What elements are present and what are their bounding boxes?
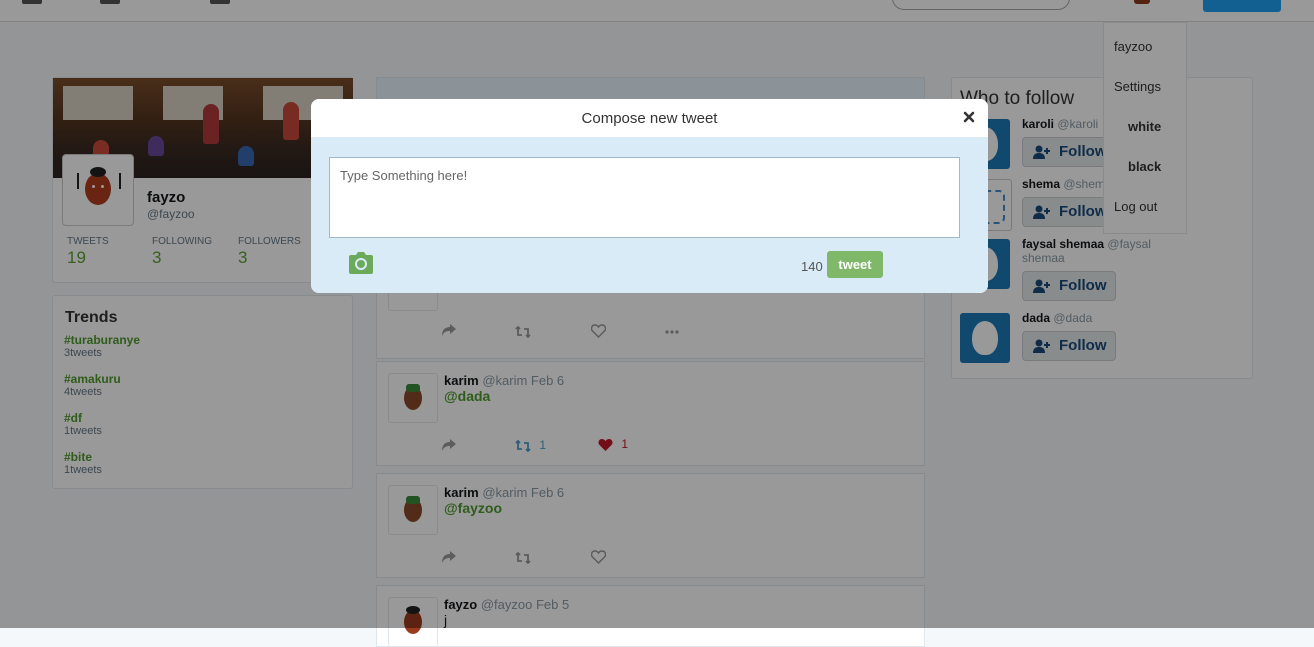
close-icon[interactable]: [962, 110, 976, 124]
tweet-textarea[interactable]: [329, 157, 960, 238]
modal-body: 140 tweet: [311, 137, 988, 293]
character-counter: 140: [801, 259, 823, 274]
compose-tweet-modal: Compose new tweet 140 tweet: [311, 99, 988, 293]
modal-title: Compose new tweet: [581, 110, 718, 127]
camera-icon[interactable]: [347, 251, 375, 279]
modal-backdrop[interactable]: [0, 0, 1314, 628]
tweet-submit-button[interactable]: tweet: [827, 251, 883, 278]
modal-header: Compose new tweet: [311, 99, 988, 138]
